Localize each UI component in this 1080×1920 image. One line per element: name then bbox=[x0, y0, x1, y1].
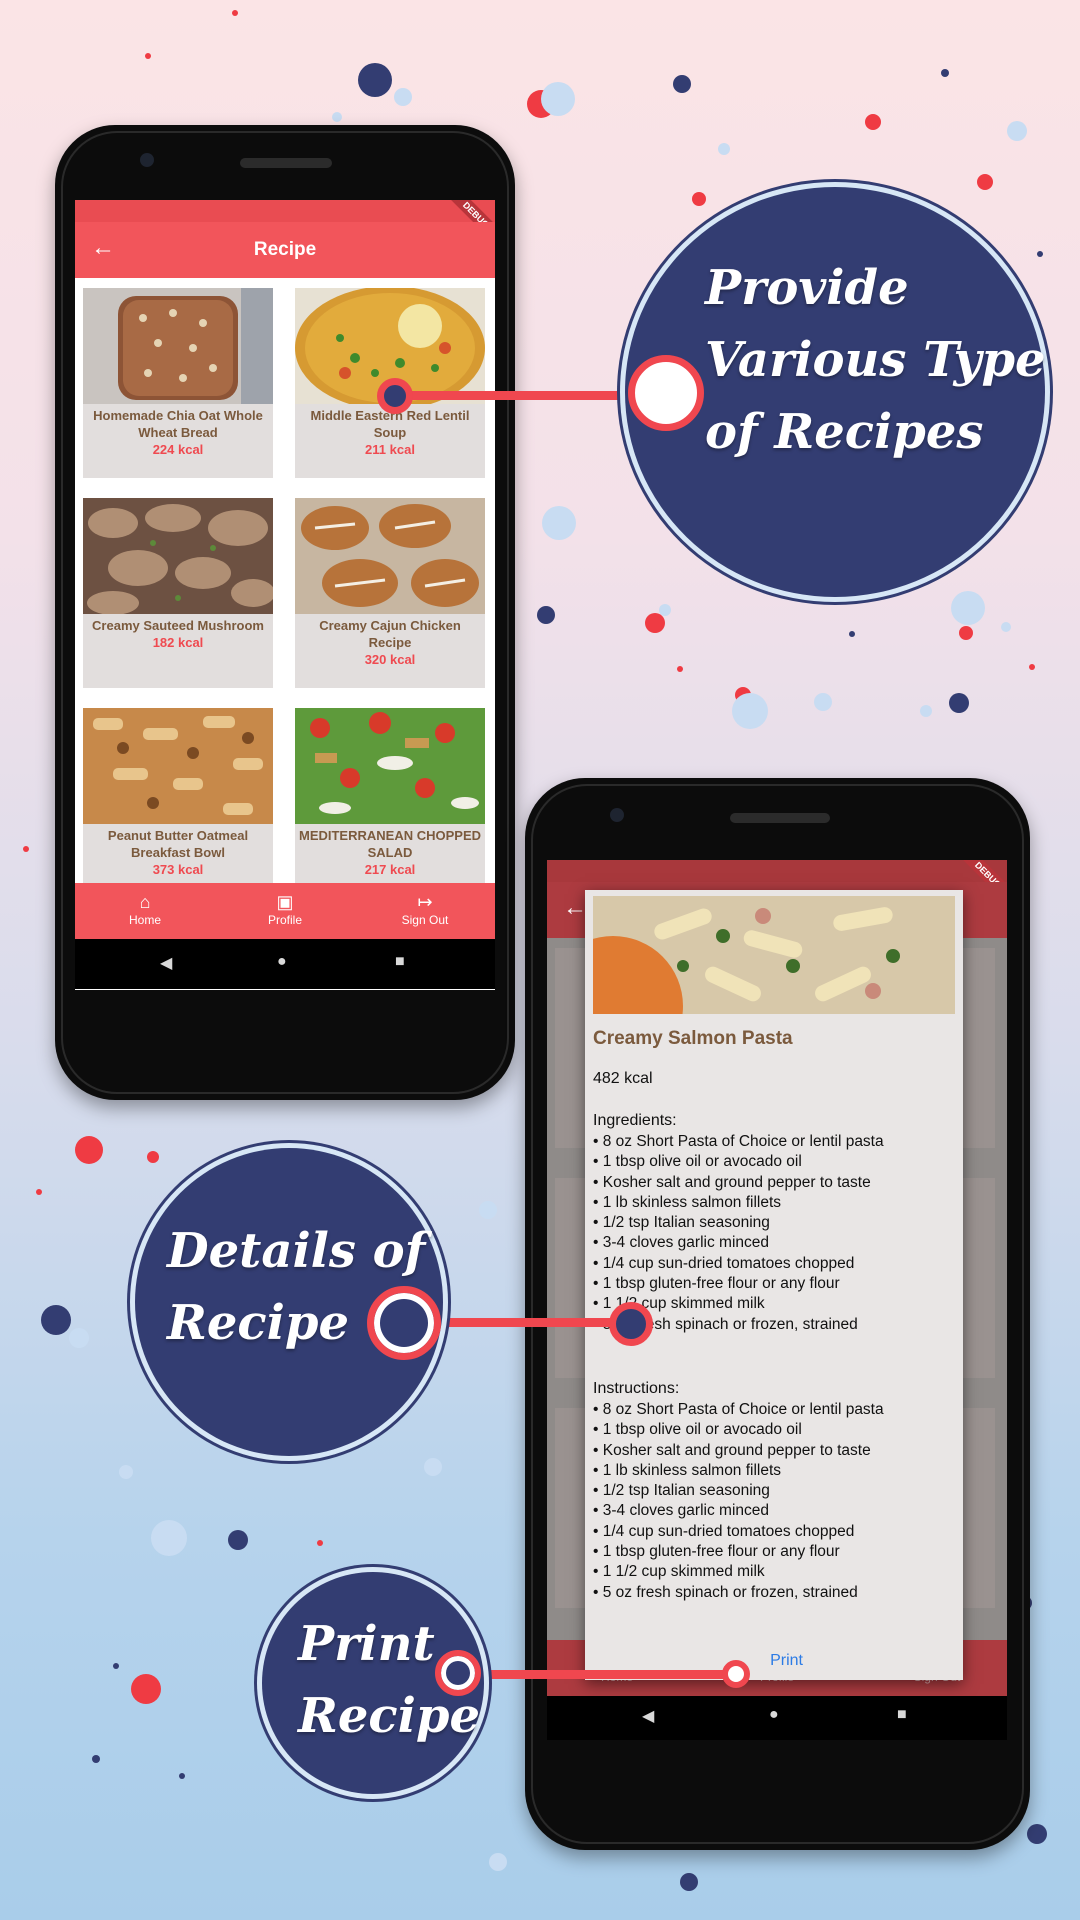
recipe-kcal: 182 kcal bbox=[152, 635, 204, 650]
recipe-card[interactable]: Creamy Cajun Chicken Recipe 320 kcal bbox=[295, 498, 485, 688]
recipe-kcal: 211 kcal bbox=[365, 442, 415, 457]
earpiece-speaker bbox=[730, 813, 830, 823]
connector-dot bbox=[722, 1660, 750, 1688]
recipe-image bbox=[83, 498, 273, 614]
earpiece-speaker bbox=[240, 158, 332, 168]
system-nav-bar: ◀ ● ■ bbox=[75, 939, 495, 989]
system-nav-bar: ◀ ● ■ bbox=[547, 1696, 1007, 1740]
callout-text-details: Details of Recipe bbox=[167, 1223, 426, 1351]
recipe-card[interactable]: Homemade Chia Oat Whole Wheat Bread 224 k… bbox=[83, 288, 273, 478]
recipe-detail-dialog: Creamy Salmon Pasta 482 kcal Ingredients… bbox=[585, 890, 963, 1680]
recipe-image bbox=[295, 498, 485, 614]
list-item: • Kosher salt and ground pepper to taste bbox=[593, 1441, 871, 1459]
print-button[interactable]: Print bbox=[770, 1652, 803, 1670]
recipe-name: Creamy Sauteed Mushroom 182 kcal bbox=[85, 617, 271, 651]
recipe-title: Creamy Salmon Pasta bbox=[593, 1028, 793, 1049]
nav-home[interactable]: ⌂ Home bbox=[85, 891, 205, 927]
connector-line-recipes bbox=[393, 391, 638, 400]
status-bar bbox=[75, 200, 495, 222]
nav-back-icon[interactable]: ◀ bbox=[642, 1706, 654, 1726]
home-icon: ⌂ bbox=[139, 892, 151, 912]
phone1-screen: DEBUG ← Recipe Homemade Chia Oat Whole W… bbox=[75, 200, 495, 990]
front-camera bbox=[610, 808, 624, 822]
callout-text-recipes: Provide Various Type of Recipes bbox=[705, 260, 1046, 460]
instructions-list: • 8 oz Short Pasta of Choice or lentil p… bbox=[593, 1400, 884, 1603]
recipe-name: Peanut Butter Oatmeal Breakfast Bowl 373 … bbox=[85, 827, 271, 878]
list-item: • 1 lb skinless salmon fillets bbox=[593, 1193, 782, 1211]
recipe-image bbox=[295, 708, 485, 824]
list-item: • Kosher salt and ground pepper to taste bbox=[593, 1173, 871, 1191]
recipe-name: Homemade Chia Oat Whole Wheat Bread 224 k… bbox=[85, 407, 271, 458]
recipe-card[interactable]: MEDITERRANEAN CHOPPED SALAD 217 kcal bbox=[295, 708, 485, 898]
recipe-name: Creamy Cajun Chicken Recipe 320 kcal bbox=[297, 617, 483, 668]
app-bar: ← Recipe bbox=[75, 222, 495, 278]
profile-icon: ▣ bbox=[276, 892, 294, 912]
recipe-kcal: 373 kcal bbox=[152, 862, 204, 877]
list-item: • 1 tbsp gluten-free flour or any flour bbox=[593, 1543, 840, 1561]
nav-home-icon[interactable]: ● bbox=[277, 953, 287, 971]
bottom-navigation: ⌂ Home ▣ Profile ↦ Sign Out bbox=[75, 883, 495, 939]
recipe-kcal: 320 kcal bbox=[364, 652, 416, 667]
phone-mockup-recipe-list: DEBUG ← Recipe Homemade Chia Oat Whole W… bbox=[55, 125, 515, 1100]
recipe-card[interactable]: Creamy Sauteed Mushroom 182 kcal bbox=[83, 498, 273, 688]
nav-back-icon[interactable]: ◀ bbox=[160, 953, 172, 973]
status-bar bbox=[547, 860, 1007, 882]
recipe-kcal: 224 kcal bbox=[152, 442, 204, 457]
list-item: • 5 oz fresh spinach or frozen, strained bbox=[593, 1583, 858, 1601]
nav-sign-out[interactable]: ↦ Sign Out bbox=[365, 891, 485, 927]
recipe-kcal: 217 kcal bbox=[364, 862, 416, 877]
list-item: • 3-4 cloves garlic minced bbox=[593, 1234, 769, 1252]
back-arrow-icon[interactable]: ← bbox=[563, 894, 587, 922]
list-item: • 3-4 cloves garlic minced bbox=[593, 1502, 769, 1520]
list-item: • 1 tbsp olive oil or avocado oil bbox=[593, 1421, 802, 1439]
list-item: • 1/4 cup sun-dried tomatoes chopped bbox=[593, 1522, 855, 1540]
recipe-image bbox=[593, 896, 955, 1014]
list-item: • 1/2 tsp Italian seasoning bbox=[593, 1214, 770, 1232]
list-item: • 8 oz Short Pasta of Choice or lentil p… bbox=[593, 1401, 884, 1418]
list-item: • 1 tbsp olive oil or avocado oil bbox=[593, 1153, 802, 1171]
nav-recents-icon[interactable]: ■ bbox=[395, 953, 405, 971]
nav-home-icon[interactable]: ● bbox=[769, 1706, 779, 1724]
connector-dot bbox=[377, 378, 413, 414]
instructions-heading: Instructions: bbox=[593, 1380, 680, 1397]
recipe-image bbox=[83, 288, 273, 404]
recipe-name: Middle Eastern Red Lentil Soup 211 kcal bbox=[297, 407, 483, 458]
list-item: • 1/4 cup sun-dried tomatoes chopped bbox=[593, 1254, 855, 1272]
recipe-card[interactable]: Peanut Butter Oatmeal Breakfast Bowl 373 … bbox=[83, 708, 273, 898]
page-title: Recipe bbox=[253, 239, 317, 260]
phone2-screen: DEBUG ← Home Profile Sign Out ◀ ● ■ Crea… bbox=[547, 860, 1007, 1740]
connector-dot bbox=[609, 1302, 653, 1346]
front-camera bbox=[140, 153, 154, 167]
list-item: • 1/2 tsp Italian seasoning bbox=[593, 1482, 770, 1500]
list-item: • 1 tbsp gluten-free flour or any flour bbox=[593, 1275, 840, 1293]
nav-recents-icon[interactable]: ■ bbox=[897, 1706, 907, 1724]
callout-text-print: Print Recipe bbox=[298, 1616, 480, 1744]
list-item: • 1 1/2 cup skimmed milk bbox=[593, 1563, 765, 1581]
ingredients-heading: Ingredients: bbox=[593, 1112, 677, 1129]
recipe-kcal: 482 kcal bbox=[593, 1070, 653, 1087]
connector-ring bbox=[628, 355, 704, 431]
recipe-name: MEDITERRANEAN CHOPPED SALAD 217 kcal bbox=[298, 828, 481, 877]
connector-line-print bbox=[460, 1670, 737, 1679]
nav-profile[interactable]: ▣ Profile bbox=[225, 891, 345, 927]
recipe-image bbox=[83, 708, 273, 824]
sign-out-icon: ↦ bbox=[417, 892, 433, 912]
list-item: • 1 lb skinless salmon fillets bbox=[593, 1461, 782, 1479]
list-item: • 8 oz Short Pasta of Choice or lentil p… bbox=[593, 1133, 884, 1150]
phone-mockup-recipe-detail: DEBUG ← Home Profile Sign Out ◀ ● ■ Crea… bbox=[525, 778, 1030, 1850]
